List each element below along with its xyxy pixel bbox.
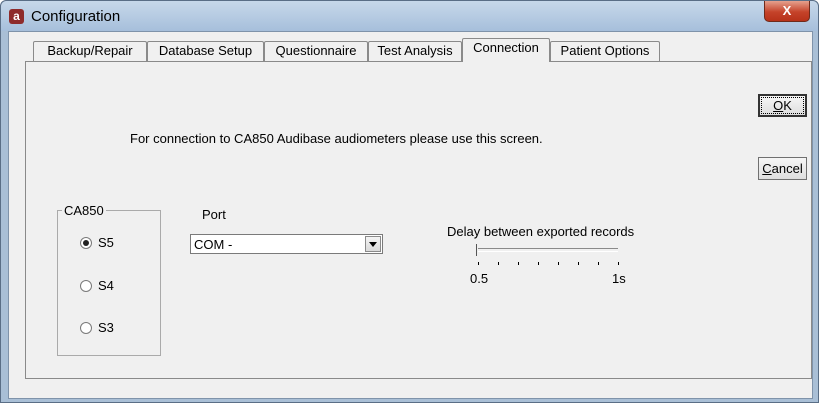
connection-tab-panel — [25, 61, 812, 379]
ok-button[interactable]: OK — [758, 94, 807, 117]
cancel-button[interactable]: Cancel — [758, 157, 807, 180]
cancel-label-rest: ancel — [771, 161, 803, 176]
tab-questionnaire[interactable]: Questionnaire — [264, 41, 368, 61]
tab-database-setup[interactable]: Database Setup — [147, 41, 264, 61]
tab-patient-options[interactable]: Patient Options — [550, 41, 660, 61]
cancel-accelerator: C — [762, 161, 772, 176]
ok-label-rest: K — [783, 98, 792, 113]
close-button[interactable]: X — [764, 1, 810, 22]
app-icon: a — [9, 9, 24, 24]
tab-connection[interactable]: Connection — [462, 38, 550, 62]
configuration-window: a Configuration X Backup/Repair Database… — [0, 0, 819, 403]
ok-accelerator: O — [773, 98, 784, 113]
tab-test-analysis[interactable]: Test Analysis — [368, 41, 462, 61]
title-bar[interactable]: a Configuration X — [1, 1, 818, 31]
tab-backup-repair[interactable]: Backup/Repair — [33, 41, 147, 61]
window-title: Configuration — [31, 8, 121, 25]
